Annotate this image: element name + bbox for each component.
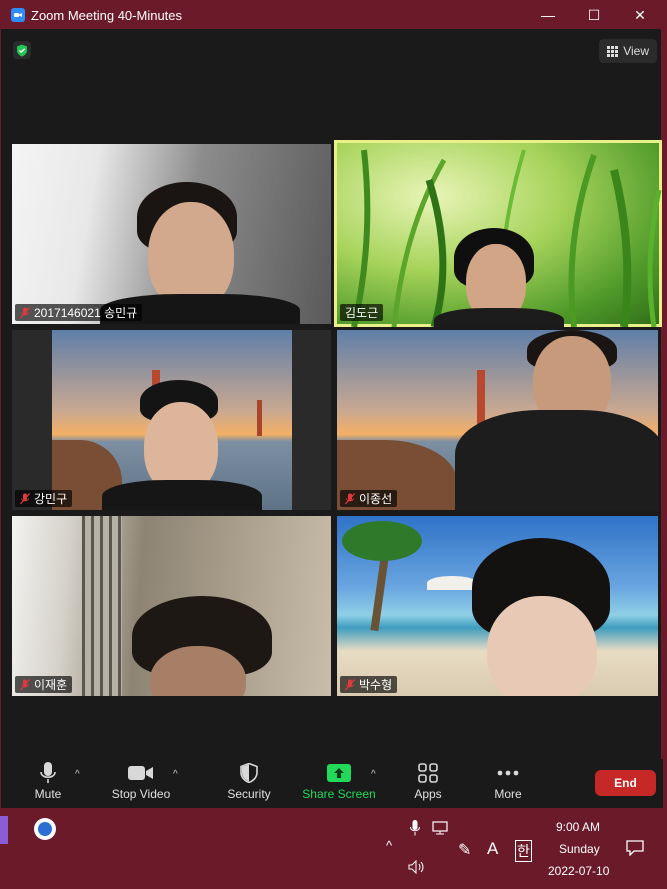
view-label: View [623,44,649,58]
video-tile-6[interactable]: 박수형 [337,516,658,696]
video-tile-2[interactable]: 김도근 [334,140,662,327]
share-options-caret[interactable]: ^ [371,769,376,780]
video-camera-icon [128,766,153,780]
maximize-button[interactable]: ☐ [571,1,617,29]
video-tile-3[interactable]: 강민구 [12,330,331,510]
minimize-button[interactable]: — [525,1,571,29]
participant-nametag: 강민구 [15,490,73,507]
participant-face [487,596,597,696]
muted-mic-icon [20,492,30,504]
meeting-toolbar: Mute ^ Stop Video ^ Security Share Scree… [1,759,663,809]
muted-mic-icon [345,678,355,690]
stop-video-button[interactable]: Stop Video [109,759,173,801]
zoom-logo-icon [11,8,25,22]
apps-label: Apps [414,787,442,801]
participant-nametag: 김도근 [340,304,384,321]
network-tray-icon[interactable] [432,821,448,840]
zoom-window: Zoom Meeting 40-Minutes — ☐ ✕ View 20171… [0,0,663,809]
security-label: Security [227,787,271,801]
participant-name: 이종선 [359,492,393,506]
participant-name: 이재훈 [34,678,68,692]
share-screen-label: Share Screen [302,787,376,801]
video-tile-1[interactable]: 2017146021 송민규 [12,144,331,324]
umbrella [427,576,477,590]
bridge-tower [257,400,262,436]
window-blinds [82,516,122,696]
participant-body [455,410,658,510]
show-hidden-icons-chevron-icon[interactable]: ^ [386,838,392,853]
mute-label: Mute [34,787,62,801]
stop-video-label: Stop Video [111,787,171,801]
participant-name: 김도근 [345,306,379,320]
close-button[interactable]: ✕ [617,1,663,29]
apps-button[interactable]: Apps [411,759,445,801]
title-bar[interactable]: Zoom Meeting 40-Minutes — ☐ ✕ [1,1,663,29]
video-tile-4[interactable]: 이종선 [337,330,658,510]
share-screen-button[interactable]: Share Screen [301,759,377,801]
video-tile-5[interactable]: 이재훈 [12,516,331,696]
palm-leaves [342,521,422,561]
security-shield-icon [240,763,258,783]
app-icon[interactable] [34,818,56,840]
encryption-shield-icon[interactable] [13,41,31,59]
more-button[interactable]: More [491,759,525,801]
pen-tray-icon[interactable]: ✎ [458,840,471,860]
windows-taskbar: ^ ✎ A 한 9:00 AM Sunday 2022-07-10 [0,808,667,889]
mute-button[interactable]: Mute [31,759,65,801]
ime-mode-a[interactable]: A [487,839,498,859]
participant-nametag: 이종선 [340,490,398,507]
notifications-icon[interactable] [626,840,644,861]
participant-name: 강민구 [34,492,68,506]
microphone-icon [40,762,56,783]
microphone-tray-icon[interactable] [410,820,420,841]
speaker-tray-icon[interactable] [408,859,426,879]
end-meeting-button[interactable]: End [595,770,656,796]
view-button[interactable]: View [599,39,657,63]
participant-nametag: 2017146021 송민규 [15,304,143,321]
clock-date[interactable]: 2022-07-10 [548,864,609,878]
participant-body [102,480,262,510]
participant-name: 박수형 [359,678,393,692]
participant-nametag: 이재훈 [15,676,73,693]
meeting-top-bar: View [1,29,663,69]
muted-mic-icon [345,492,355,504]
ime-mode-han[interactable]: 한 [515,840,532,862]
grid-icon [607,45,619,57]
more-label: More [494,787,522,801]
muted-mic-icon [20,678,30,690]
clock-time[interactable]: 9:00 AM [556,820,600,834]
app-pin-icon[interactable] [0,816,8,844]
video-options-caret[interactable]: ^ [173,769,178,780]
clock-day[interactable]: Sunday [559,842,600,856]
participant-name: 2017146021 송민규 [34,306,138,320]
share-screen-icon [327,764,351,782]
audio-options-caret[interactable]: ^ [75,769,80,780]
participant-body [434,308,564,327]
participant-nametag: 박수형 [340,676,398,693]
more-dots-icon [497,770,519,776]
window-title: Zoom Meeting 40-Minutes [31,7,183,23]
apps-icon [418,763,438,783]
security-button[interactable]: Security [226,759,272,801]
muted-mic-icon [20,306,30,318]
